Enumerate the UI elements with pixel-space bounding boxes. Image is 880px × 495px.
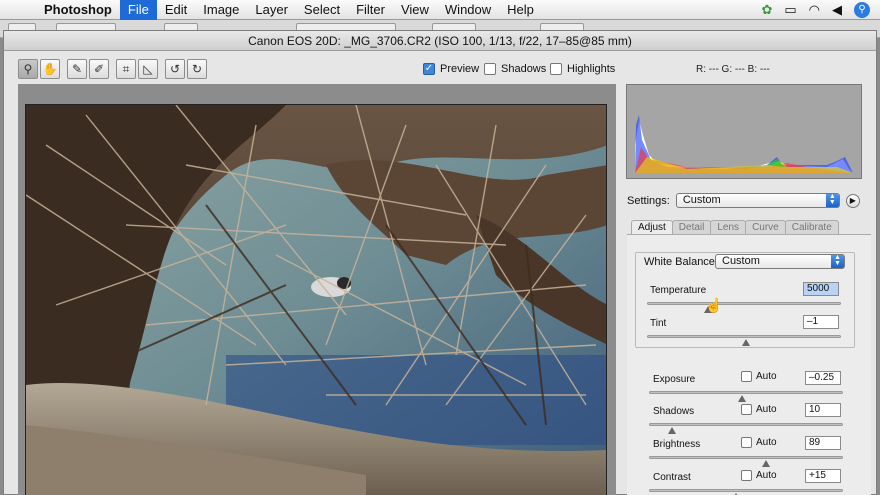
zoom-tool-icon[interactable]: ⚲ — [18, 59, 38, 79]
slider-thumb[interactable] — [668, 427, 676, 434]
crop-tool-icon[interactable]: ⌗ — [116, 59, 136, 79]
checkbox-box — [741, 404, 752, 415]
menu-help[interactable]: Help — [499, 0, 542, 20]
shadows-clip-label: Shadows — [501, 63, 547, 75]
temperature-field[interactable]: 5000 — [803, 282, 839, 296]
highlights-clip-label: Highlights — [567, 63, 616, 75]
menu-photoshop[interactable]: Photoshop — [30, 0, 120, 20]
histogram-graph — [635, 115, 853, 173]
tab-bar: Adjust Detail Lens Curve Calibrate — [631, 220, 839, 234]
menu-window[interactable]: Window — [437, 0, 499, 20]
rgb-readout: R: --- G: --- B: --- — [696, 64, 770, 75]
photo-preview[interactable] — [25, 104, 607, 495]
color-sampler-icon[interactable]: ✐ — [89, 59, 109, 79]
settings-value: Custom — [682, 194, 721, 206]
menu-file[interactable]: File — [119, 0, 157, 20]
slider-thumb[interactable] — [738, 395, 746, 402]
menu-select[interactable]: Select — [296, 0, 348, 20]
checkbox-box — [741, 437, 752, 448]
menu-image[interactable]: Image — [195, 0, 247, 20]
tab-detail[interactable]: Detail — [671, 220, 712, 234]
checkmark-icon: ✓ — [423, 63, 435, 75]
contrast-label: Contrast — [653, 472, 691, 483]
tab-lens[interactable]: Lens — [710, 220, 747, 234]
shadows-slider[interactable] — [649, 423, 843, 434]
checkbox-box — [484, 63, 496, 75]
menu-bar: Photoshop File Edit Image Layer Select F… — [0, 0, 880, 20]
preview-area — [18, 84, 616, 495]
straighten-tool-icon[interactable]: ◺ — [138, 59, 158, 79]
contrast-auto-checkbox[interactable]: Auto — [741, 470, 777, 481]
tab-calibrate[interactable]: Calibrate — [784, 220, 839, 234]
temperature-label: Temperature — [650, 285, 707, 296]
pointer-cursor-icon: ☝ — [705, 297, 723, 313]
popup-arrows-icon: ▲ ▼ — [831, 254, 844, 268]
photo-image — [26, 105, 606, 495]
tint-field[interactable]: –1 — [803, 315, 839, 329]
menu-extra-app-icon[interactable]: ✿ — [761, 0, 772, 20]
menu-layer[interactable]: Layer — [247, 0, 296, 20]
auto-label: Auto — [756, 470, 777, 481]
settings-popup[interactable]: Custom ▲ ▼ — [675, 193, 840, 208]
shadows-checkbox[interactable]: Shadows — [484, 63, 546, 75]
brightness-slider[interactable] — [649, 456, 843, 467]
shadows-field[interactable]: 10 — [805, 403, 841, 417]
menu-edit[interactable]: Edit — [157, 0, 195, 20]
menu-extras: ✿ ▭ ◠ ◀ ⚲ — [761, 0, 880, 20]
brightness-label: Brightness — [653, 439, 701, 450]
volume-icon[interactable]: ◀ — [832, 0, 842, 20]
tab-curve[interactable]: Curve — [745, 220, 786, 234]
tint-slider[interactable] — [647, 335, 841, 346]
exposure-label: Exposure — [653, 374, 696, 385]
preview-checkbox[interactable]: ✓ Preview — [423, 63, 479, 75]
camera-raw-dialog: Canon EOS 20D: _MG_3706.CR2 (ISO 100, 1/… — [3, 30, 877, 495]
adjust-panel: White Balance: Custom ▲ ▼ Temperature 500… — [627, 234, 871, 495]
slider-thumb[interactable] — [762, 460, 770, 467]
tab-adjust[interactable]: Adjust — [631, 220, 673, 234]
hand-tool-icon[interactable]: ✋ — [40, 59, 60, 79]
white-balance-value: Custom — [722, 255, 760, 267]
brightness-auto-checkbox[interactable]: Auto — [741, 437, 777, 448]
checkbox-box — [741, 371, 752, 382]
settings-label: Settings: — [627, 194, 670, 207]
checkbox-box — [550, 63, 562, 75]
contrast-slider[interactable] — [649, 489, 843, 495]
dialog-toolbar: ⚲ ✋ ✎ ✐ ⌗ ◺ ↺ ↻ ✓ Preview Shadows Highli… — [4, 52, 876, 84]
rotate-right-icon[interactable]: ↻ — [187, 59, 207, 79]
brightness-field[interactable]: 89 — [805, 436, 841, 450]
spotlight-icon[interactable]: ⚲ — [854, 2, 870, 18]
exposure-field[interactable]: –0.25 — [805, 371, 841, 385]
dialog-title: Canon EOS 20D: _MG_3706.CR2 (ISO 100, 1/… — [4, 31, 876, 51]
shadows-label: Shadows — [653, 406, 695, 417]
exposure-slider[interactable] — [649, 391, 843, 402]
auto-label: Auto — [756, 404, 777, 415]
rotate-left-icon[interactable]: ↺ — [165, 59, 185, 79]
white-balance-popup[interactable]: Custom ▲ ▼ — [715, 254, 845, 269]
chat-icon[interactable]: ▭ — [784, 0, 796, 20]
highlights-checkbox[interactable]: Highlights — [550, 63, 615, 75]
settings-row: Settings: Custom ▲ ▼ ▶ — [627, 193, 860, 208]
popup-arrows-icon: ▲ ▼ — [825, 193, 839, 207]
auto-label: Auto — [756, 437, 777, 448]
exposure-auto-checkbox[interactable]: Auto — [741, 371, 777, 382]
white-balance-label: White Balance: — [644, 256, 718, 268]
auto-label: Auto — [756, 371, 777, 382]
menu-filter[interactable]: Filter — [348, 0, 393, 20]
shadows-auto-checkbox[interactable]: Auto — [741, 404, 777, 415]
slider-thumb[interactable] — [742, 339, 750, 346]
settings-menu-icon[interactable]: ▶ — [845, 193, 860, 208]
wifi-icon[interactable]: ◠ — [809, 0, 820, 20]
white-balance-eyedropper-icon[interactable]: ✎ — [67, 59, 87, 79]
histogram — [626, 84, 862, 179]
contrast-field[interactable]: +15 — [805, 469, 841, 483]
menu-view[interactable]: View — [393, 0, 437, 20]
checkbox-box — [741, 470, 752, 481]
preview-label: Preview — [440, 63, 480, 75]
tint-label: Tint — [650, 318, 667, 329]
temperature-slider[interactable] — [647, 302, 841, 313]
